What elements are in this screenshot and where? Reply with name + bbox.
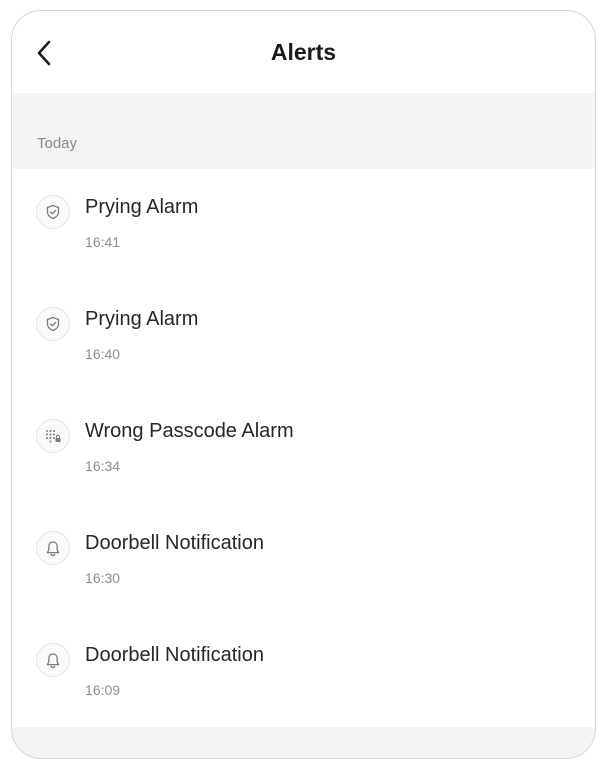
bell-icon [46,652,60,668]
alert-time: 16:09 [85,682,121,698]
alert-list: Prying Alarm 16:41 Prying Alarm 16:40 Wr… [12,169,595,727]
keypad-lock-icon [46,430,61,443]
page-title: Alerts [270,39,337,65]
alert-title: Prying Alarm [85,308,199,330]
alert-item[interactable]: Prying Alarm 16:41 [12,169,595,281]
alert-item[interactable]: Prying Alarm 16:40 [12,281,595,393]
alert-icon-wrapper [36,531,70,565]
alert-item[interactable]: Doorbell Notification 16:30 [12,505,595,617]
alert-title: Doorbell Notification [85,644,264,666]
phone-frame: Alerts Today Prying Alarm 16:41 Prying A… [11,10,596,759]
alert-icon-wrapper [36,195,70,229]
alert-title: Doorbell Notification [85,532,264,554]
alert-time: 16:30 [85,570,121,586]
alert-time: 16:41 [85,234,121,250]
bell-icon [46,540,60,556]
shield-check-icon [46,316,60,332]
shield-check-icon [46,204,60,220]
alert-icon-wrapper [36,419,70,453]
alert-time: 16:34 [85,458,121,474]
header-bar: Alerts [12,11,595,93]
alert-item[interactable]: Wrong Passcode Alarm 16:34 [12,393,595,505]
alert-icon-wrapper [36,643,70,677]
section-label-today: Today [37,135,78,152]
alert-title: Prying Alarm [85,196,199,218]
alert-time: 16:40 [85,346,121,362]
alert-icon-wrapper [36,307,70,341]
alert-title: Wrong Passcode Alarm [85,420,294,442]
alert-item[interactable]: Doorbell Notification 16:09 [12,617,595,729]
